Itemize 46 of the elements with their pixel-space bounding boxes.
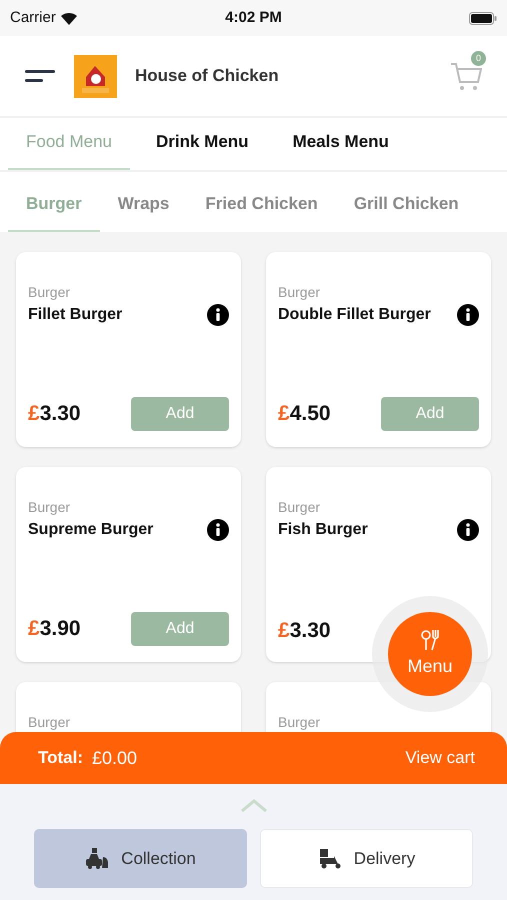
product-price: £4.50 (278, 401, 331, 428)
product-price: £3.30 (278, 618, 331, 644)
product-name: Double Fillet Burger (278, 305, 431, 325)
add-button[interactable]: Add (381, 397, 479, 431)
menu-tab[interactable]: Food Menu (8, 128, 130, 170)
view-cart-button[interactable]: View cart (405, 745, 475, 771)
carrier-label: Carrier (10, 8, 56, 28)
product-category: Burger (28, 498, 70, 517)
cart-count-badge: 0 (471, 51, 486, 66)
battery-icon (469, 12, 498, 24)
product-card[interactable]: Burger Double Fillet Burger £4.50 Add (266, 252, 491, 447)
info-icon[interactable] (457, 304, 479, 326)
category-tab[interactable]: Burger (8, 190, 100, 232)
product-category: Burger (28, 283, 70, 302)
product-name: Fish Burger (278, 520, 368, 540)
category-tab[interactable]: Wraps (100, 190, 188, 232)
order-type-button[interactable]: Collection (34, 829, 247, 888)
product-card[interactable]: Burger Supreme Burger £3.90 Add (16, 467, 241, 662)
product-category: Burger (28, 713, 70, 732)
info-icon[interactable] (457, 519, 479, 541)
product-category: Burger (278, 498, 320, 517)
menu-tab[interactable]: Drink Menu (138, 128, 267, 170)
category-tab[interactable]: Fried Chicken (187, 190, 336, 232)
logo-icon (74, 54, 117, 98)
total-amount: £0.00 (92, 746, 138, 770)
wifi-icon (60, 12, 78, 24)
add-button[interactable]: Add (131, 612, 229, 646)
total-label: Total: (38, 747, 84, 770)
add-button[interactable]: Add (131, 397, 229, 431)
product-price: £3.90 (28, 616, 81, 642)
status-time: 4:02 PM (225, 8, 282, 28)
product-card[interactable]: Burger (16, 682, 241, 733)
product-card[interactable]: Burger Fillet Burger £3.30 Add (16, 252, 241, 447)
product-name: Supreme Burger (28, 520, 154, 540)
menu-button[interactable]: Menu (388, 612, 472, 696)
product-name: Fillet Burger (28, 305, 122, 325)
category-tab[interactable]: Grill Chicken (336, 190, 477, 232)
info-icon[interactable] (207, 304, 229, 326)
menu-tab[interactable]: Meals Menu (274, 128, 407, 170)
product-price: £3.30 (28, 401, 81, 428)
cutlery-icon (420, 628, 440, 650)
order-type-button[interactable]: Delivery (260, 829, 473, 888)
product-category: Burger (278, 283, 320, 302)
product-category: Burger (278, 713, 320, 732)
info-icon[interactable] (207, 519, 229, 541)
restaurant-name: House of Chicken (135, 65, 280, 88)
